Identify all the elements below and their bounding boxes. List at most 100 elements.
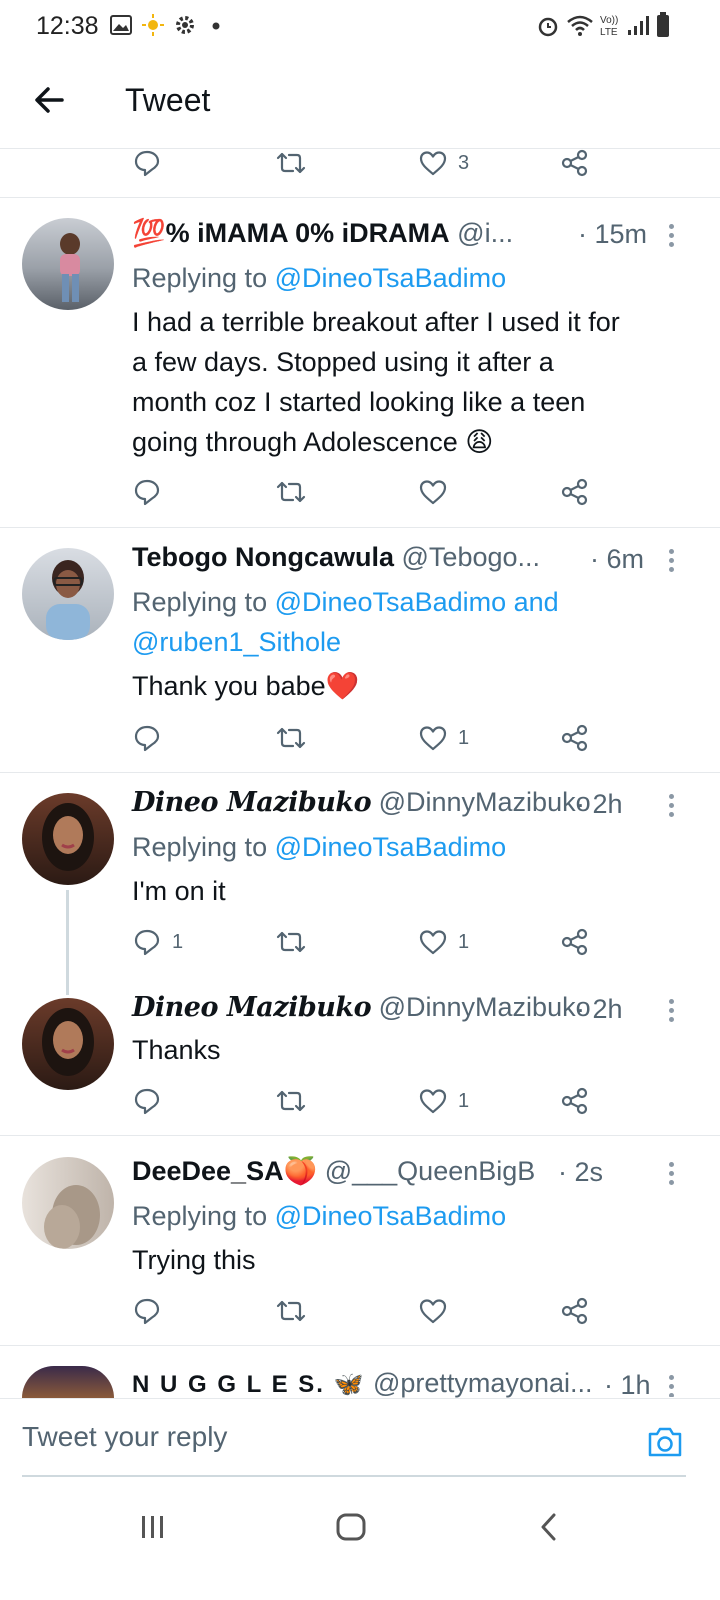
display-name[interactable]: DeeDee_SA🍑	[132, 1156, 317, 1186]
more-options-icon[interactable]	[666, 1375, 676, 1397]
battery-icon	[657, 12, 669, 37]
like-count: 1	[458, 1089, 470, 1112]
like-count: 1	[458, 726, 470, 749]
retweet-icon	[276, 1300, 306, 1322]
share-button[interactable]	[560, 1083, 590, 1119]
user-handle[interactable]: @i...	[457, 218, 513, 248]
avatar-image	[44, 1185, 100, 1249]
more-options-icon[interactable]	[666, 999, 676, 1025]
weather-sun-icon	[142, 14, 164, 36]
tweet-text-line: going through Adolescence 😩	[132, 427, 494, 457]
hundred-emoji: 💯	[132, 218, 166, 248]
retweet-icon	[276, 931, 306, 953]
tweet-actions: 1 1	[132, 924, 612, 960]
retweet-button[interactable]	[274, 720, 308, 756]
reply-icon	[134, 1298, 160, 1325]
share-button[interactable]	[560, 474, 590, 510]
share-button[interactable]	[560, 924, 590, 960]
retweet-button[interactable]	[274, 145, 308, 181]
retweet-button[interactable]	[274, 474, 308, 510]
reply-button[interactable]	[132, 145, 162, 181]
more-options-icon[interactable]	[666, 1162, 676, 1188]
tweet-author-line: Tebogo Nongcawula @Tebogo...	[132, 542, 540, 573]
like-count: 3	[458, 151, 470, 174]
retweet-icon	[276, 1090, 306, 1112]
heart-icon	[419, 1089, 447, 1114]
tweet-actions	[132, 1293, 612, 1329]
avatar[interactable]	[22, 793, 114, 885]
share-button[interactable]	[560, 1293, 590, 1329]
tweet-text: I had a terrible breakout after I used i…	[132, 302, 692, 462]
display-name[interactable]: Dineo Mazibuko	[132, 992, 372, 1023]
like-button[interactable]: 1	[418, 924, 469, 960]
reply-icon	[134, 929, 160, 956]
avatar[interactable]	[22, 1366, 114, 1398]
tweet-author-line: N U G G L E S. 🦋 @prettymayonai...	[132, 1368, 592, 1399]
mention-link[interactable]: @DineoTsaBadimo and	[275, 587, 559, 617]
retweet-icon	[276, 481, 306, 503]
retweet-icon	[276, 727, 306, 749]
display-name[interactable]: N U G G L E S. 🦋	[132, 1371, 365, 1398]
avatar-image	[42, 1008, 94, 1076]
avatar[interactable]	[22, 218, 114, 310]
status-bar: 12:38 Vo)) LTE	[0, 0, 720, 52]
reply-button[interactable]	[132, 1083, 162, 1119]
user-handle[interactable]: @DinnyMazibuko	[379, 992, 591, 1022]
like-button[interactable]: 1	[418, 1083, 469, 1119]
mention-link[interactable]: @DineoTsaBadimo	[275, 263, 507, 293]
retweet-button[interactable]	[274, 1083, 308, 1119]
avatar[interactable]	[22, 998, 114, 1090]
home-icon[interactable]	[334, 1511, 368, 1543]
retweet-button[interactable]	[274, 924, 308, 960]
avatar[interactable]	[22, 548, 114, 640]
tweet-time: · 15m	[578, 219, 648, 249]
like-button[interactable]: 1	[418, 720, 469, 756]
retweet-button[interactable]	[274, 1293, 308, 1329]
tweet-author-line: 💯% iMAMA 0% iDRAMA @i...	[132, 217, 513, 249]
reply-input-underline	[22, 1475, 686, 1477]
share-button[interactable]	[560, 720, 590, 756]
user-handle[interactable]: @Tebogo...	[402, 542, 541, 572]
user-handle[interactable]: @DinnyMazibuko	[379, 787, 591, 817]
reply-icon	[134, 479, 160, 506]
tweet-author-line: Dineo Mazibuko @DinnyMazibuko	[132, 992, 591, 1023]
page-title: Tweet	[125, 82, 211, 118]
wifi-icon	[567, 15, 593, 36]
mention-link[interactable]: @DineoTsaBadimo	[275, 1201, 507, 1231]
divider	[0, 197, 720, 198]
tweet-actions: 1	[132, 1083, 612, 1119]
reply-button[interactable]	[132, 474, 162, 510]
mention-link[interactable]: @DineoTsaBadimo	[275, 832, 507, 862]
user-handle[interactable]: @prettymayonai...	[373, 1368, 593, 1398]
reply-input[interactable]: Tweet your reply	[22, 1421, 227, 1453]
status-time: 12:38	[36, 12, 99, 40]
tweet-header: Tweet	[0, 52, 720, 149]
display-name[interactable]: % iMAMA 0% iDRAMA	[166, 218, 450, 248]
share-button[interactable]	[560, 145, 590, 181]
recents-icon[interactable]	[138, 1512, 168, 1542]
like-button[interactable]: 3	[418, 145, 469, 181]
arrow-left-icon[interactable]	[30, 80, 70, 120]
more-options-icon[interactable]	[666, 224, 676, 250]
more-options-icon[interactable]	[666, 794, 676, 820]
svg-text:Vo)): Vo))	[600, 15, 618, 26]
reply-composer[interactable]: Tweet your reply	[0, 1398, 720, 1477]
camera-icon[interactable]	[647, 1425, 683, 1459]
back-chevron-icon[interactable]	[534, 1512, 564, 1542]
reply-button[interactable]	[132, 1293, 162, 1329]
display-name[interactable]: Dineo Mazibuko	[132, 787, 372, 818]
like-button[interactable]	[418, 1293, 448, 1329]
heart-icon	[419, 930, 447, 955]
replying-to: Replying to @DineoTsaBadimo	[132, 258, 506, 298]
user-handle[interactable]: @___QueenBigB	[325, 1156, 536, 1186]
tweet-text-line: a few days. Stopped using it after a	[132, 347, 554, 377]
like-button[interactable]	[418, 474, 448, 510]
reply-button[interactable]: 1	[132, 924, 183, 960]
avatar[interactable]	[22, 1157, 114, 1249]
reply-button[interactable]	[132, 720, 162, 756]
display-name[interactable]: Tebogo Nongcawula	[132, 542, 394, 572]
replying-prefix: Replying to	[132, 263, 275, 293]
mention-link[interactable]: @ruben1_Sithole	[132, 627, 341, 657]
more-options-icon[interactable]	[666, 549, 676, 575]
avatar-image	[60, 233, 80, 302]
